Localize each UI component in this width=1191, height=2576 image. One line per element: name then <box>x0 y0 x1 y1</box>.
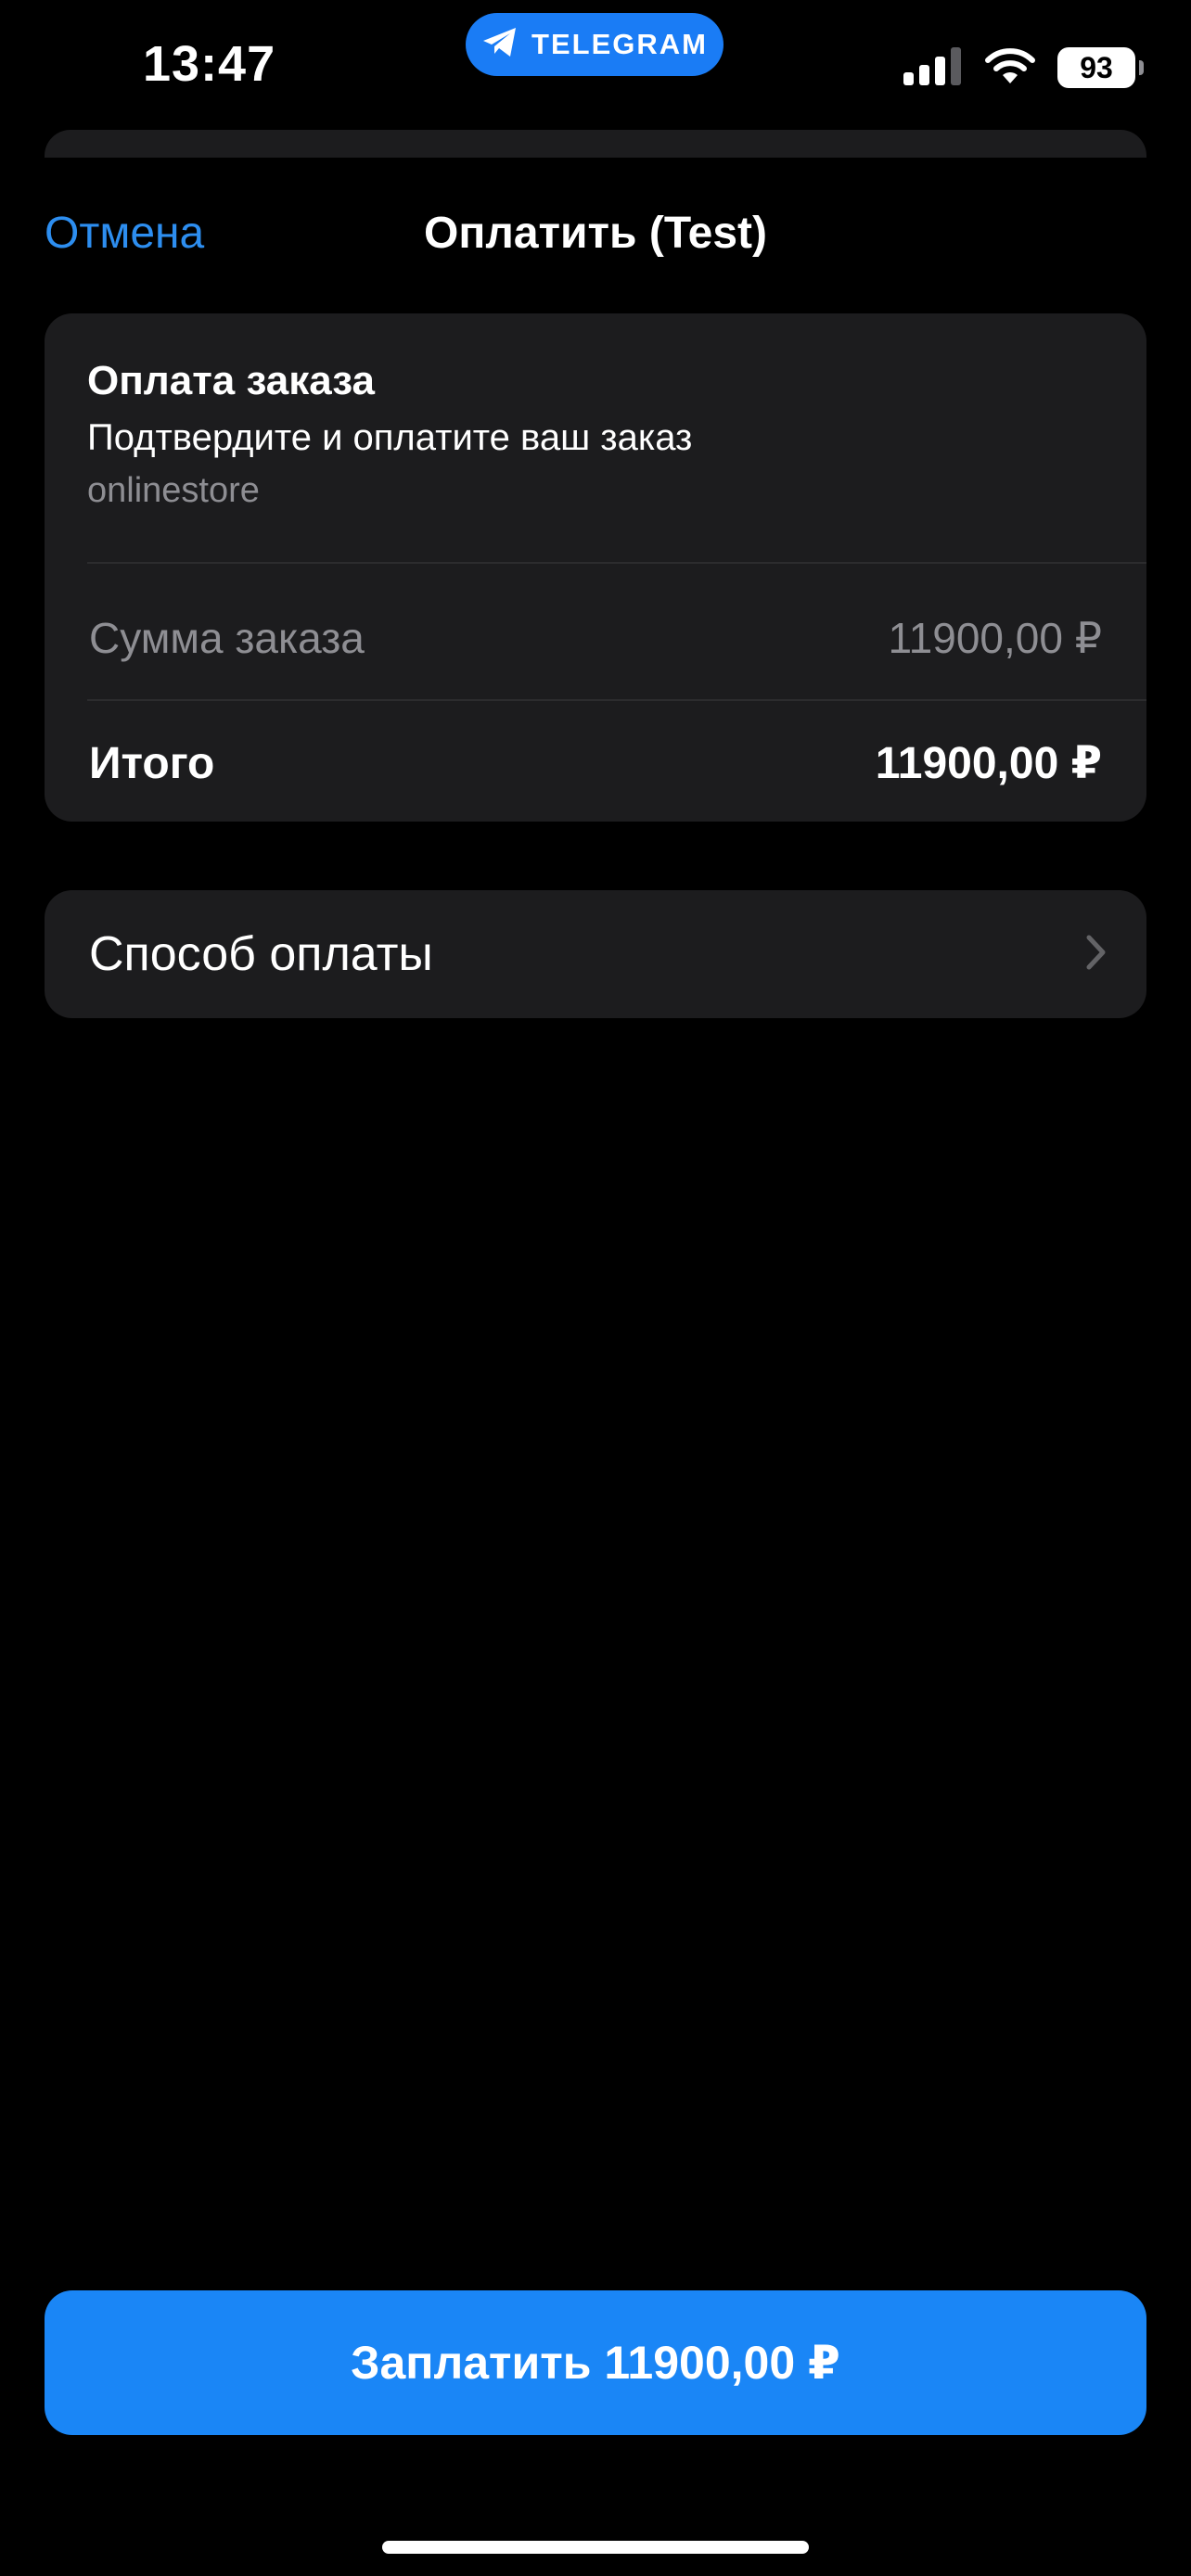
nav-bar: Оплатить (Test) Отмена <box>0 195 1191 278</box>
payment-method-row[interactable]: Способ оплаты <box>45 890 1146 1018</box>
home-indicator[interactable] <box>382 2541 809 2554</box>
status-bar: 13:47 TELEGRAM 93 <box>0 0 1191 130</box>
telegram-pill-label: TELEGRAM <box>531 28 708 60</box>
payment-screen: 13:47 TELEGRAM 93 Оплатить (Test) Отмена… <box>0 0 1191 2576</box>
cellular-signal-icon <box>903 46 963 90</box>
store-name: onlinestore <box>87 471 260 510</box>
order-title: Оплата заказа <box>87 358 376 403</box>
divider <box>87 699 1146 701</box>
divider <box>87 562 1146 564</box>
pay-button[interactable]: Заплатить 11900,00 ₽ <box>45 2290 1146 2435</box>
background-sheet-edge <box>45 130 1146 158</box>
battery-icon: 93 <box>1057 47 1144 88</box>
order-sum-value: 11900,00 ₽ <box>888 614 1103 662</box>
order-description: Подтвердите и оплатите ваш заказ <box>87 417 693 458</box>
telegram-pill[interactable]: TELEGRAM <box>466 13 724 76</box>
cancel-button[interactable]: Отмена <box>45 208 204 259</box>
order-total-label: Итого <box>89 738 215 788</box>
telegram-plane-icon <box>481 26 519 64</box>
chevron-right-icon <box>1085 934 1108 976</box>
battery-level: 93 <box>1080 50 1113 84</box>
order-total-value: 11900,00 ₽ <box>875 739 1102 788</box>
order-total-row: Итого 11900,00 ₽ <box>89 731 1102 796</box>
order-card: Оплата заказа Подтвердите и оплатите ваш… <box>45 313 1146 822</box>
payment-method-label: Способ оплаты <box>89 927 433 981</box>
wifi-icon <box>983 46 1037 90</box>
order-sum-label: Сумма заказа <box>89 614 365 662</box>
order-sum-row: Сумма заказа 11900,00 ₽ <box>89 592 1102 684</box>
status-time: 13:47 <box>143 36 276 92</box>
status-icons: 93 <box>903 43 1144 93</box>
